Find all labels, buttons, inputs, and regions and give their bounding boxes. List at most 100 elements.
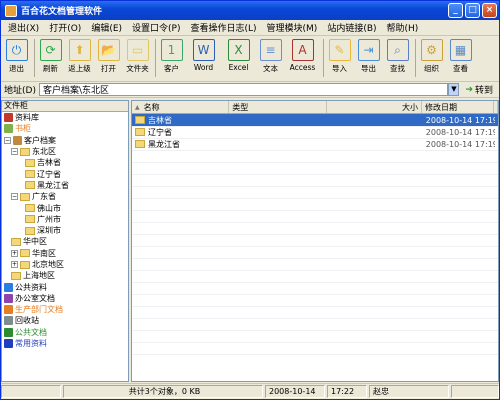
status-empty <box>1 385 61 398</box>
tree-item[interactable]: 上海地区 <box>2 270 128 281</box>
row-size <box>327 114 423 126</box>
tree-item-label: 辽宁省 <box>37 169 61 179</box>
tree-item-label: 办公室文档 <box>15 293 55 303</box>
row-date: 2008-10-14 17:19:20 <box>425 127 495 137</box>
tree-item[interactable]: 华中区 <box>2 236 128 247</box>
row-size <box>327 138 423 150</box>
list-row[interactable]: 黑龙江省 2008-10-14 17:19:29赵忠 <box>132 138 498 150</box>
category-icon <box>4 124 13 134</box>
minimize-button[interactable]: _ <box>448 3 463 18</box>
toolbar-separator <box>323 39 324 77</box>
toolbar-button-organize[interactable]: ⚙ 组织 <box>418 39 445 74</box>
tree-item-label: 华中区 <box>23 237 47 247</box>
tree-item[interactable]: + 北京地区 <box>2 259 128 270</box>
menu-item-2[interactable]: 编辑(E) <box>86 21 127 34</box>
menu-item-1[interactable]: 打开(O) <box>44 21 86 34</box>
toolbar-button-label: 返上级 <box>68 64 91 73</box>
close-button[interactable]: × <box>482 3 497 18</box>
tree-item[interactable]: 常用资料 <box>2 338 128 349</box>
expand-icon[interactable]: + <box>11 249 18 257</box>
maximize-button[interactable]: □ <box>465 3 480 18</box>
tree-item[interactable]: 深圳市 <box>2 225 128 236</box>
column-size-header[interactable]: 大小 <box>327 101 422 113</box>
column-date-header[interactable]: 修改日期 <box>422 101 494 113</box>
toolbar-button-excel-doc[interactable]: X Excel <box>222 39 255 72</box>
menu-item-7[interactable]: 帮助(H) <box>382 21 424 34</box>
tree-item[interactable]: − 广东省 <box>2 191 128 202</box>
tree-item-label: 华南区 <box>32 248 56 258</box>
column-type-header[interactable]: 类型 <box>229 101 327 113</box>
tree-item[interactable]: 公共资料 <box>2 281 128 292</box>
menu-item-3[interactable]: 设置口令(P) <box>127 21 185 34</box>
toolbar-button-label: 退出 <box>9 64 24 73</box>
grid-line <box>132 342 498 343</box>
tree-item[interactable]: 回收站 <box>2 315 128 326</box>
tree-item[interactable]: + 华南区 <box>2 248 128 259</box>
tree-item[interactable]: − 东北区 <box>2 146 128 157</box>
go-button[interactable]: ➔ 转到 <box>462 83 496 97</box>
tree-item-label: 公共资料 <box>15 282 47 292</box>
collapse-icon[interactable]: − <box>4 136 11 144</box>
toolbar-button-import[interactable]: ✎ 导入 <box>326 39 353 74</box>
collapse-icon[interactable]: − <box>11 148 18 156</box>
toolbar-button-label: 客户 <box>164 64 179 73</box>
folder-icon <box>20 147 30 156</box>
window-title: 百合花文档管理软件 <box>21 7 103 17</box>
tree-item[interactable]: 生产部门文档 <box>2 304 128 315</box>
tree-item-label: 公共文档 <box>15 327 47 337</box>
grid-line <box>132 294 498 295</box>
toolbar-button-word-doc[interactable]: W Word <box>187 39 220 72</box>
toolbar-button-power[interactable]: ⏻ 退出 <box>3 39 30 74</box>
tree-item[interactable]: 辽宁省 <box>2 168 128 179</box>
toolbar-button-find[interactable]: ⌕ 查找 <box>384 39 411 74</box>
menu-item-5[interactable]: 管理模块(M) <box>262 21 323 34</box>
toolbar-separator <box>155 39 156 77</box>
folder-icon <box>135 128 145 136</box>
tree-item[interactable]: 公共文档 <box>2 327 128 338</box>
toolbar-button-view[interactable]: ▦ 查看 <box>447 39 474 74</box>
toolbar-button-export[interactable]: ⇥ 导出 <box>355 39 382 74</box>
tree-item[interactable]: 书柜 <box>2 123 128 134</box>
column-creator-header[interactable]: 创建者 <box>494 101 498 113</box>
row-type <box>230 126 328 138</box>
tree-item-label: 上海地区 <box>23 271 55 281</box>
category-icon <box>4 282 13 292</box>
collapse-icon[interactable]: − <box>11 193 18 201</box>
up-folder-icon: ⬆ <box>68 39 91 61</box>
address-dropdown-button[interactable]: ▼ <box>448 83 460 96</box>
toolbar-button-open-folder[interactable]: 📂 打开 <box>95 39 122 74</box>
toolbar-button-up-folder[interactable]: ⬆ 返上级 <box>66 39 93 74</box>
column-name-header[interactable]: ▲ 名称 <box>132 101 230 113</box>
list-row[interactable]: 辽宁省 2008-10-14 17:19:20赵忠 <box>132 126 498 138</box>
tree-item[interactable]: 资料库 <box>2 112 128 123</box>
expand-icon[interactable]: + <box>11 261 18 268</box>
tree-item-label: 黑龙江省 <box>37 180 69 190</box>
contact-card-icon: 1 <box>160 39 183 61</box>
address-label: 地址(D) <box>4 86 36 96</box>
export-icon: ⇥ <box>357 39 380 61</box>
tree-item[interactable]: 佛山市 <box>2 202 128 213</box>
list-header: ▲ 名称 类型 大小 修改日期 创建者 <box>132 101 498 114</box>
tree-item[interactable]: 黑龙江省 <box>2 180 128 191</box>
tree-item[interactable]: 广州市 <box>2 214 128 225</box>
toolbar-button-refresh[interactable]: ⟳ 刷新 <box>37 39 64 74</box>
text-doc-icon: ≡ <box>259 39 282 61</box>
menu-item-6[interactable]: 站内链接(B) <box>322 21 381 34</box>
status-user: 赵忠 <box>369 385 449 398</box>
menu-item-4[interactable]: 查看操作日志(L) <box>185 21 261 34</box>
menu-item-0[interactable]: 退出(X) <box>3 21 44 34</box>
grid-line <box>132 174 498 175</box>
toolbar-button-contact-card[interactable]: 1 客户 <box>158 39 185 74</box>
tree-item[interactable]: 吉林省 <box>2 157 128 168</box>
toolbar-button-text-doc[interactable]: ≡ 文本 <box>257 39 284 74</box>
toolbar-button-new-folder[interactable]: ▭ 文件夹 <box>124 39 151 74</box>
toolbar-button-access-doc[interactable]: A Access <box>286 39 319 72</box>
list-row[interactable]: 吉林省 2008-10-14 17:19:13赵忠 <box>132 114 498 126</box>
toolbar-separator <box>415 39 416 77</box>
address-input[interactable]: 客户档案\东北区 <box>38 83 449 96</box>
word-doc-icon: W <box>192 39 215 61</box>
tree-item[interactable]: 办公室文档 <box>2 293 128 304</box>
toolbar-button-label: 导出 <box>361 64 376 73</box>
new-folder-icon: ▭ <box>126 39 149 61</box>
tree-item[interactable]: − 客户档案 <box>2 135 128 146</box>
